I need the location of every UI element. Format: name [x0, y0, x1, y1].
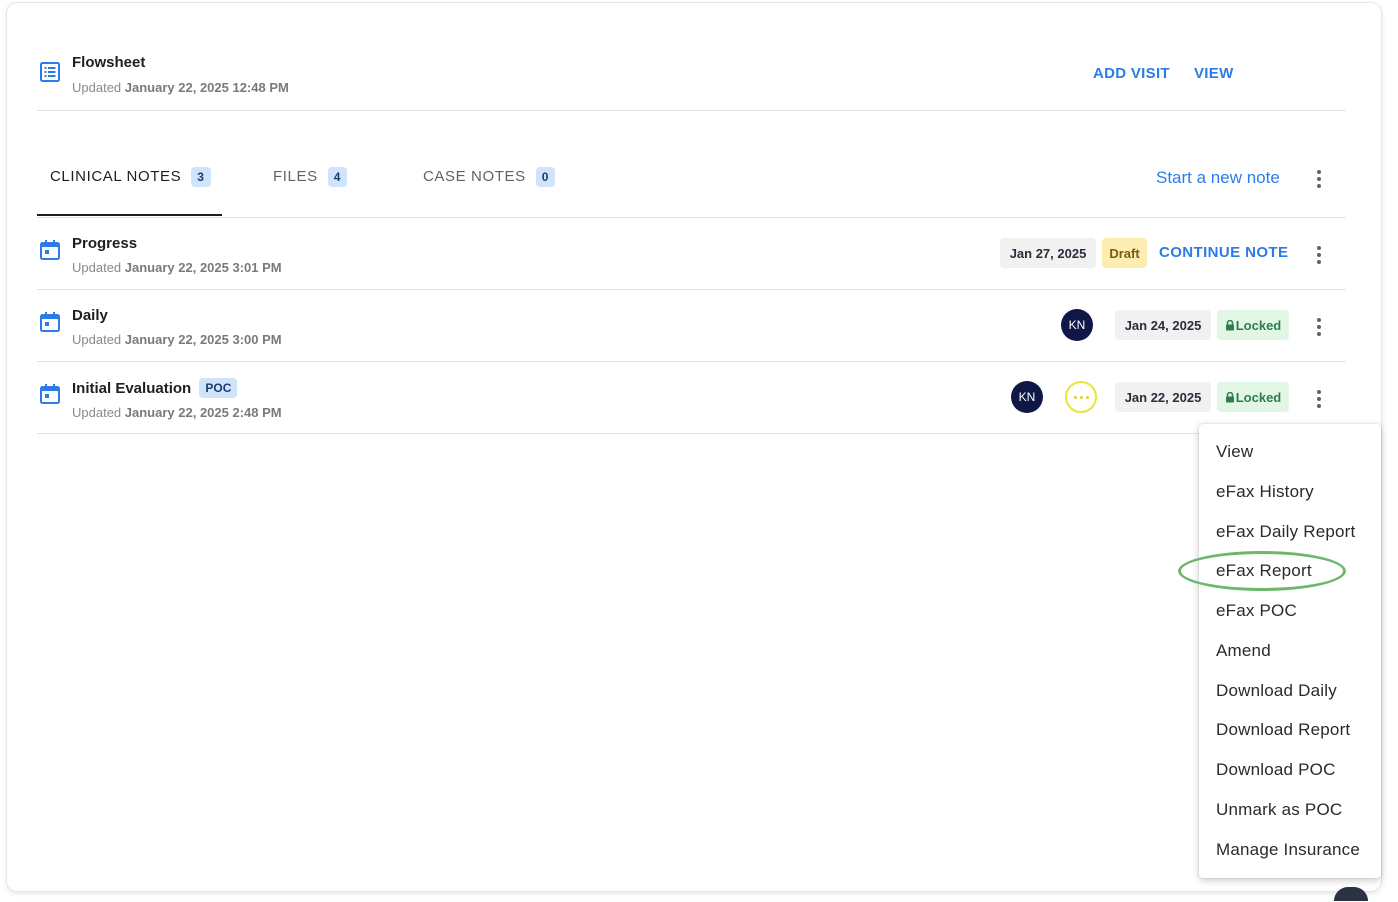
tab-count-badge: 0 — [535, 167, 555, 187]
note-date-chip: Jan 22, 2025 — [1115, 382, 1211, 412]
continue-note-button[interactable]: CONTINUE NOTE — [1159, 244, 1288, 261]
menu-item-amend[interactable]: Amend — [1216, 641, 1271, 661]
tab-count-badge: 3 — [191, 167, 211, 187]
tab-case-notes[interactable]: CASE NOTES 0 — [423, 167, 555, 216]
note-date-chip: Jan 27, 2025 — [1000, 238, 1096, 268]
locked-status-badge: Locked — [1217, 310, 1289, 340]
lock-icon — [1225, 391, 1234, 402]
more-options-icon[interactable] — [1317, 170, 1321, 191]
list-icon — [39, 61, 61, 83]
note-title: Initial Evaluation — [72, 380, 192, 397]
divider — [37, 217, 1346, 218]
tab-count-badge: 4 — [327, 167, 347, 187]
menu-item-efax-daily-report[interactable]: eFax Daily Report — [1216, 522, 1355, 542]
more-options-icon[interactable] — [1317, 318, 1321, 339]
tab-label: CLINICAL NOTES — [50, 168, 182, 185]
divider — [37, 361, 1346, 362]
view-flowsheet-button[interactable]: VIEW — [1194, 65, 1234, 82]
calendar-icon — [39, 239, 61, 261]
note-updated: Updated January 22, 2025 3:00 PM — [72, 332, 282, 347]
menu-item-efax-poc[interactable]: eFax POC — [1216, 601, 1297, 621]
flowsheet-updated: Updated January 22, 2025 12:48 PM — [72, 80, 289, 95]
tab-label: CASE NOTES — [423, 168, 526, 185]
tab-clinical-notes[interactable]: CLINICAL NOTES 3 — [50, 167, 211, 216]
menu-item-view[interactable]: View — [1216, 442, 1253, 462]
menu-item-download-report[interactable]: Download Report — [1216, 720, 1350, 740]
poc-badge: POC — [199, 378, 238, 398]
divider — [37, 289, 1346, 290]
lock-icon — [1225, 319, 1234, 330]
pending-status-icon — [1065, 381, 1097, 413]
highlight-annotation — [1178, 551, 1346, 591]
divider — [37, 110, 1346, 111]
menu-item-manage-insurance[interactable]: Manage Insurance — [1216, 840, 1360, 860]
note-title[interactable]: Progress — [72, 235, 137, 252]
avatar: KN — [1011, 381, 1043, 413]
more-options-icon[interactable] — [1317, 246, 1321, 267]
locked-status-badge: Locked — [1217, 382, 1289, 412]
note-title-row[interactable]: Initial Evaluation POC — [72, 378, 238, 398]
tab-label: FILES — [273, 168, 318, 185]
calendar-icon — [39, 383, 61, 405]
menu-item-efax-history[interactable]: eFax History — [1216, 482, 1314, 502]
more-options-icon[interactable] — [1317, 390, 1321, 411]
note-title[interactable]: Daily — [72, 307, 108, 324]
tab-files[interactable]: FILES 4 — [273, 167, 347, 216]
calendar-icon — [39, 311, 61, 333]
menu-item-download-daily[interactable]: Download Daily — [1216, 681, 1337, 701]
avatar: KN — [1061, 309, 1093, 341]
menu-item-download-poc[interactable]: Download POC — [1216, 760, 1336, 780]
add-visit-button[interactable]: ADD VISIT — [1093, 65, 1170, 82]
start-new-note-link[interactable]: Start a new note — [1156, 168, 1280, 188]
draft-status-badge: Draft — [1102, 238, 1147, 268]
main-card — [7, 3, 1381, 891]
active-tab-indicator — [37, 214, 222, 216]
menu-item-unmark-as-poc[interactable]: Unmark as POC — [1216, 800, 1342, 820]
note-updated: Updated January 22, 2025 2:48 PM — [72, 405, 282, 420]
note-date-chip: Jan 24, 2025 — [1115, 310, 1211, 340]
divider — [37, 433, 1346, 434]
note-updated: Updated January 22, 2025 3:01 PM — [72, 260, 282, 275]
flowsheet-title: Flowsheet — [72, 54, 146, 71]
